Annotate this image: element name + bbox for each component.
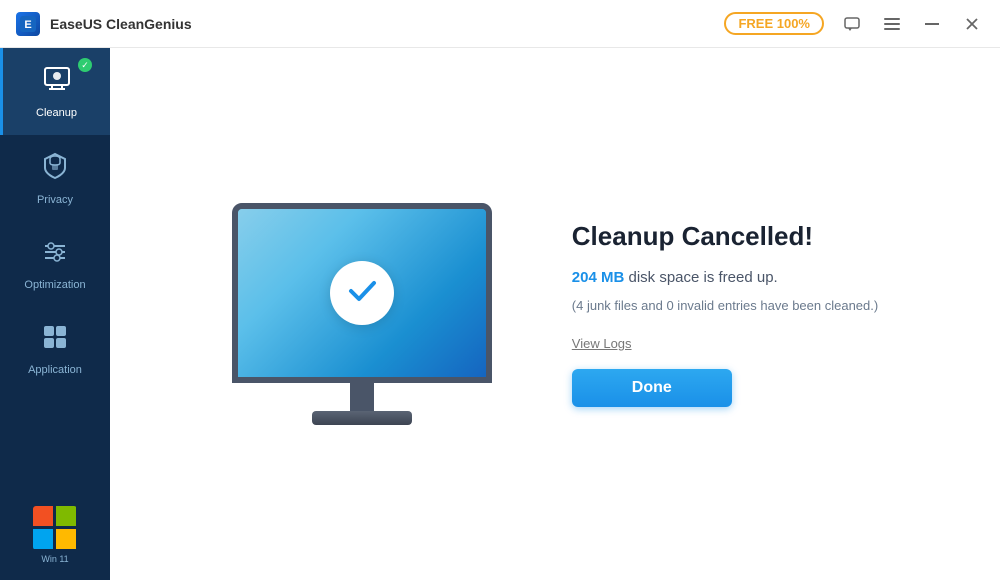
privacy-icon: [42, 151, 68, 188]
check-circle: [330, 261, 394, 325]
sub-highlight: 0: [666, 298, 673, 313]
cleanup-icon: [42, 64, 72, 101]
menu-button[interactable]: [880, 12, 904, 36]
result-sub: (4 junk files and 0 invalid entries have…: [572, 296, 878, 316]
app-logo: E: [16, 12, 40, 36]
sub-text-2: invalid entries have been cleaned.): [674, 298, 879, 313]
monitor-stand-base: [312, 411, 412, 425]
monitor-stand-neck: [350, 383, 374, 411]
application-icon: [41, 323, 69, 358]
result-container: Cleanup Cancelled! 204 MB disk space is …: [232, 203, 878, 425]
monitor-screen: [238, 209, 486, 377]
svg-text:E: E: [24, 19, 31, 31]
window-controls: [840, 12, 984, 36]
sidebar-item-application[interactable]: Application: [0, 307, 110, 392]
stats-text: disk space is freed up.: [624, 269, 777, 286]
free-badge[interactable]: FREE 100%: [724, 12, 824, 35]
done-button[interactable]: Done: [572, 369, 732, 407]
check-icon: [344, 273, 380, 314]
monitor-illustration: [232, 203, 492, 425]
monitor-body: [232, 203, 492, 383]
view-logs-link[interactable]: View Logs: [572, 336, 878, 351]
result-text-area: Cleanup Cancelled! 204 MB disk space is …: [572, 221, 878, 407]
title-bar: E EaseUS CleanGenius FREE 100%: [0, 0, 1000, 48]
sidebar-item-optimization[interactable]: Optimization: [0, 222, 110, 307]
cleanup-badge: ✓: [78, 58, 92, 72]
win11-section: Win 11: [33, 506, 77, 580]
app-name-label: EaseUS CleanGenius: [50, 16, 724, 32]
sidebar: ✓ Cleanup Privacy: [0, 0, 110, 580]
minimize-button[interactable]: [920, 12, 944, 36]
close-button[interactable]: [960, 12, 984, 36]
result-title: Cleanup Cancelled!: [572, 221, 878, 252]
result-stats: 204 MB disk space is freed up.: [572, 266, 878, 290]
feedback-button[interactable]: [840, 12, 864, 36]
sidebar-item-privacy[interactable]: Privacy: [0, 135, 110, 222]
main-content: Cleanup Cancelled! 204 MB disk space is …: [110, 48, 1000, 580]
privacy-label: Privacy: [37, 194, 73, 206]
application-label: Application: [28, 364, 82, 376]
mb-highlight: 204 MB: [572, 269, 625, 286]
sidebar-item-cleanup[interactable]: ✓ Cleanup: [0, 48, 110, 135]
optimization-icon: [41, 238, 69, 273]
win11-badge: [33, 506, 77, 550]
sub-text-1: (4 junk files and: [572, 298, 667, 313]
win11-label: Win 11: [41, 554, 68, 564]
optimization-label: Optimization: [24, 279, 85, 291]
cleanup-label: Cleanup: [36, 107, 77, 119]
